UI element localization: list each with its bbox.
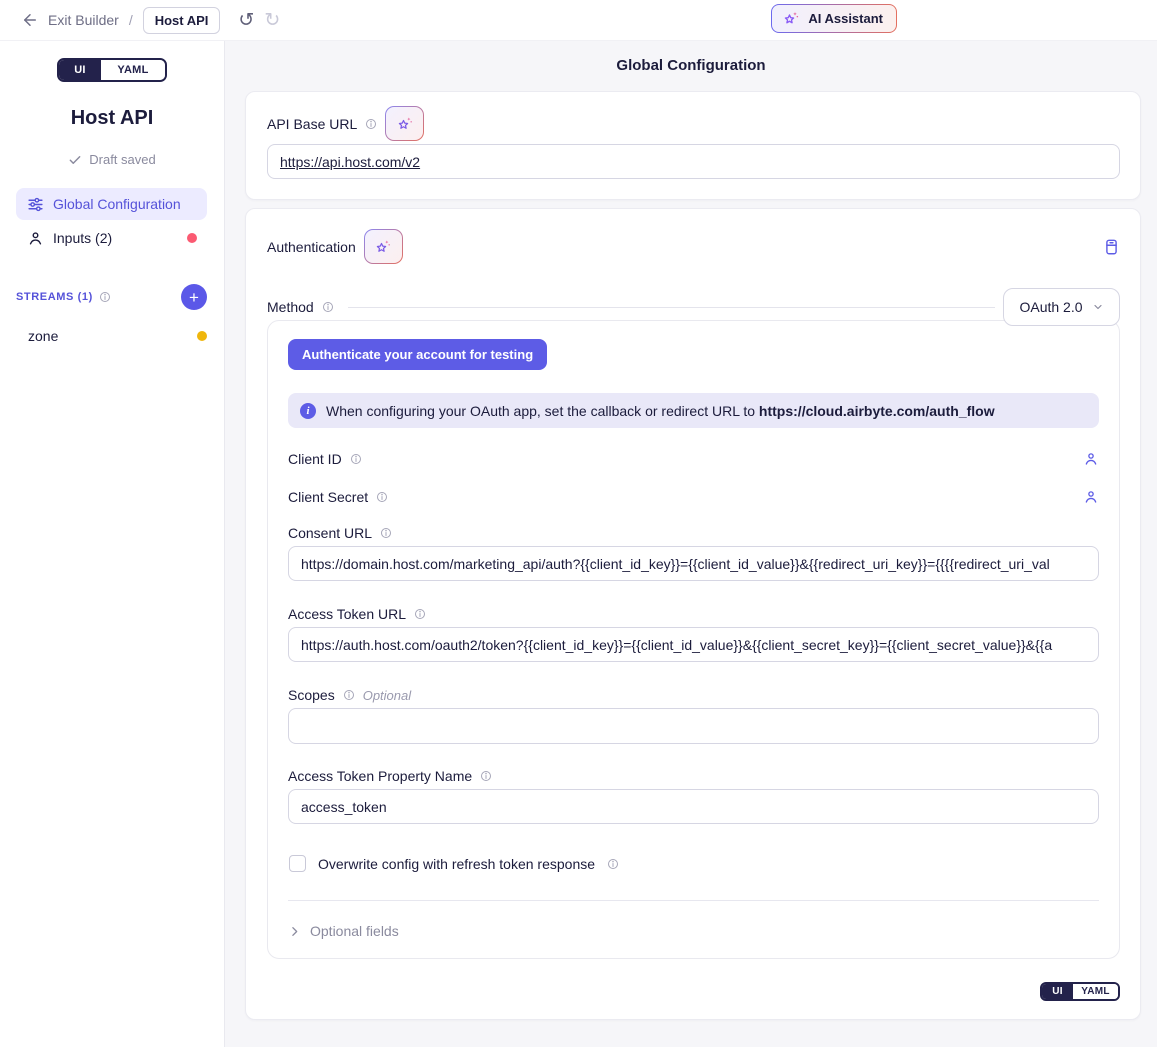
info-icon[interactable] <box>343 689 355 701</box>
back-arrow-icon[interactable] <box>18 8 42 32</box>
exit-builder-link[interactable]: Exit Builder <box>48 12 119 28</box>
scopes-input[interactable] <box>288 708 1099 744</box>
sidebar-item-global-configuration[interactable]: Global Configuration <box>16 188 207 220</box>
stream-status-dot <box>197 331 207 341</box>
user-icon <box>27 230 44 247</box>
streams-header: STREAMS (1) + <box>16 284 207 310</box>
info-icon[interactable] <box>365 118 377 130</box>
ui-yaml-toggle[interactable]: UI YAML <box>57 58 167 82</box>
draft-status: Draft saved <box>0 152 224 167</box>
connector-title: Host API <box>0 107 224 130</box>
stream-name-label: zone <box>28 328 58 344</box>
authentication-card: Authentication Method OAuth 2.0 Authent <box>245 208 1141 1020</box>
authentication-title: Authentication <box>267 239 356 255</box>
access-token-url-input[interactable] <box>288 627 1099 662</box>
consent-url-label: Consent URL <box>288 525 372 541</box>
chevron-right-icon <box>288 925 301 938</box>
overwrite-config-row: Overwrite config with refresh token resp… <box>288 855 1099 872</box>
toggle-ui-option[interactable]: UI <box>1042 984 1073 999</box>
scopes-label: Scopes <box>288 687 335 703</box>
access-token-property-name-input[interactable] <box>288 789 1099 824</box>
draft-status-label: Draft saved <box>89 152 155 167</box>
streams-header-label: STREAMS (1) <box>16 291 93 303</box>
info-icon[interactable] <box>607 858 619 870</box>
toggle-yaml-option[interactable]: YAML <box>1073 984 1118 999</box>
callback-url: https://cloud.airbyte.com/auth_flow <box>759 403 995 419</box>
connector-name-field[interactable]: Host API <box>143 7 221 34</box>
callout-text: When configuring your OAuth app, set the… <box>326 403 995 419</box>
section-divider <box>288 900 1099 901</box>
oauth-callback-callout: i When configuring your OAuth app, set t… <box>288 393 1099 428</box>
ai-suggest-button[interactable] <box>364 229 403 264</box>
inputs-status-dot <box>187 233 197 243</box>
auth-method-dropdown[interactable]: OAuth 2.0 <box>1003 288 1120 326</box>
card-ui-yaml-toggle[interactable]: UI YAML <box>1040 982 1120 1001</box>
info-icon[interactable] <box>414 608 426 620</box>
client-id-label: Client ID <box>288 451 342 467</box>
info-filled-icon: i <box>300 403 316 419</box>
user-input-icon[interactable] <box>1083 489 1099 505</box>
chevron-down-icon <box>1092 301 1104 313</box>
method-divider-line <box>348 307 995 308</box>
info-icon[interactable] <box>99 291 111 303</box>
access-token-property-name-label: Access Token Property Name <box>288 768 472 784</box>
breadcrumb-separator: / <box>129 12 133 28</box>
info-icon[interactable] <box>376 491 388 503</box>
sidebar-item-inputs[interactable]: Inputs (2) <box>16 222 207 254</box>
consent-url-input[interactable] <box>288 546 1099 581</box>
info-icon[interactable] <box>380 527 392 539</box>
info-icon[interactable] <box>480 770 492 782</box>
ai-assistant-label: AI Assistant <box>808 11 883 26</box>
sidebar-item-label: Global Configuration <box>53 196 181 212</box>
sliders-icon <box>27 196 44 213</box>
sidebar-item-label: Inputs (2) <box>53 230 112 246</box>
docs-book-icon[interactable] <box>1103 238 1120 256</box>
page-title: Global Configuration <box>225 57 1157 74</box>
redo-icon: ↻ <box>264 11 280 30</box>
client-secret-label: Client Secret <box>288 489 368 505</box>
method-label: Method <box>267 299 314 315</box>
overwrite-config-checkbox[interactable] <box>289 855 306 872</box>
main-panel: Global Configuration API Base URL Authen… <box>225 41 1157 1047</box>
sidebar-item-stream-zone[interactable]: zone <box>16 324 207 348</box>
user-input-icon[interactable] <box>1083 451 1099 467</box>
top-bar: Exit Builder / Host API ↺ ↻ AI Assistant <box>0 0 1157 41</box>
client-id-row: Client ID <box>288 447 1099 471</box>
oauth-fields-group: Authenticate your account for testing i … <box>267 320 1120 959</box>
optional-tag: Optional <box>363 688 411 703</box>
optional-fields-label: Optional fields <box>310 923 399 939</box>
info-icon[interactable] <box>350 453 362 465</box>
api-base-url-input[interactable] <box>267 144 1120 179</box>
authenticate-button[interactable]: Authenticate your account for testing <box>288 339 547 370</box>
overwrite-config-label: Overwrite config with refresh token resp… <box>318 856 595 872</box>
access-token-url-label: Access Token URL <box>288 606 406 622</box>
info-icon[interactable] <box>322 301 334 313</box>
sparkle-star-icon <box>781 9 801 29</box>
ai-assistant-button[interactable]: AI Assistant <box>771 4 897 33</box>
client-secret-row: Client Secret <box>288 485 1099 509</box>
add-stream-button[interactable]: + <box>181 284 207 310</box>
api-base-url-card: API Base URL <box>245 91 1141 200</box>
optional-fields-toggle[interactable]: Optional fields <box>288 923 1099 939</box>
api-base-url-label: API Base URL <box>267 116 357 132</box>
builder-sidebar: UI YAML Host API Draft saved Global Conf… <box>0 41 225 1047</box>
toggle-yaml-option[interactable]: YAML <box>101 60 165 80</box>
toggle-ui-option[interactable]: UI <box>59 60 101 80</box>
check-icon <box>68 153 82 167</box>
undo-icon[interactable]: ↺ <box>238 11 254 30</box>
ai-suggest-button[interactable] <box>385 106 424 141</box>
auth-method-value: OAuth 2.0 <box>1019 299 1082 315</box>
